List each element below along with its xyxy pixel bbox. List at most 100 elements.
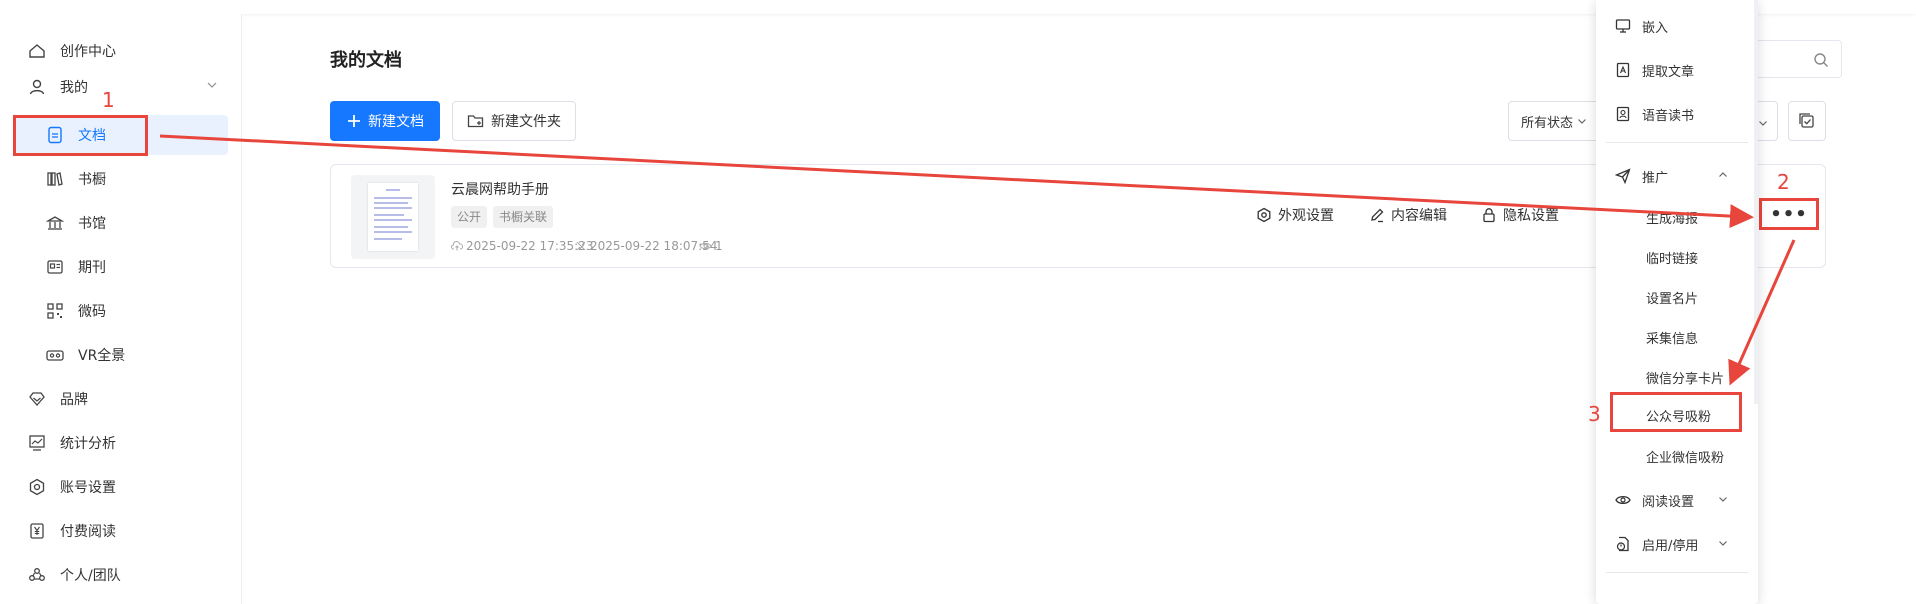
sidebar-item-label: 书橱 (78, 172, 106, 188)
menu-item-label: 语音读书 (1642, 108, 1695, 124)
annotation-box-documents (13, 115, 148, 156)
sidebar-item-brand[interactable]: 品牌 (14, 379, 228, 419)
document-title[interactable]: 云晨网帮助手册 (451, 179, 549, 199)
chart-icon (26, 432, 48, 454)
menu-item-label: 嵌入 (1642, 20, 1669, 36)
sidebar-item-label: 账号设置 (60, 480, 116, 496)
sidebar-item-label: 个人/团队 (60, 568, 121, 584)
sidebar-item-vr[interactable]: VR全景 (14, 335, 228, 375)
user-icon (26, 76, 48, 98)
menu-item-label: 启用/停用 (1642, 538, 1699, 554)
new-folder-button[interactable]: 新建文件夹 (452, 101, 576, 141)
home-icon (26, 40, 48, 62)
menu-divider (1606, 572, 1748, 573)
bookshelf-icon (44, 168, 66, 190)
eye-icon (699, 242, 712, 250)
sidebar-item-label: 期刊 (78, 260, 106, 276)
settings-icon (26, 476, 48, 498)
eye-settings-icon (1614, 491, 1632, 509)
sidebar-item-label: 统计分析 (60, 436, 116, 452)
menu-item-embed[interactable]: 嵌入 (1596, 8, 1758, 44)
library-icon (44, 212, 66, 234)
sidebar-item-creation-center[interactable]: 创作中心 (14, 31, 228, 71)
menu-item-extract-article[interactable]: 提取文章 (1596, 52, 1758, 88)
sort-select[interactable] (1756, 101, 1778, 141)
menu-item-label: 阅读设置 (1642, 494, 1695, 510)
edit-icon (1371, 208, 1384, 223)
privacy-settings-label: 隐私设置 (1503, 208, 1559, 224)
view-count: 1 (699, 239, 723, 253)
sidebar-item-mine[interactable]: 我的 (14, 67, 228, 107)
checkbox-icon (1799, 113, 1814, 128)
more-options-button[interactable]: ••• (1759, 198, 1819, 230)
menu-item-label: 提取文章 (1642, 64, 1695, 80)
batch-select-button[interactable] (1788, 101, 1826, 141)
vr-icon (44, 344, 66, 366)
edit-time-icon (576, 241, 586, 251)
search-icon (1814, 53, 1828, 67)
article-icon (1614, 61, 1632, 79)
content-edit-button[interactable]: 内容编辑 (1369, 205, 1447, 225)
menu-item-temp-link[interactable]: 临时链接 (1596, 239, 1758, 275)
created-time: 2025-09-22 17:35:23 (451, 239, 593, 253)
status-filter-select[interactable]: 所有状态 (1508, 101, 1598, 141)
chevron-down-icon (1759, 121, 1767, 126)
new-folder-label: 新建文件夹 (491, 114, 561, 130)
brand-icon (26, 388, 48, 410)
status-filter-value: 所有状态 (1521, 115, 1574, 131)
new-document-button[interactable]: 新建文档 (330, 101, 440, 141)
privacy-settings-button[interactable]: 隐私设置 (1481, 205, 1559, 225)
tag-bookshelf-linked: 书橱关联 (493, 206, 554, 228)
menu-item-read-settings[interactable]: 阅读设置 (1596, 482, 1758, 518)
sidebar-item-label: 创作中心 (60, 44, 116, 60)
menu-divider (1606, 142, 1748, 143)
menu-item-enable-disable[interactable]: 启用/停用 (1596, 526, 1758, 562)
sidebar-item-team[interactable]: 个人/团队 (14, 555, 228, 595)
annotation-step-3: 3 (1588, 402, 1601, 426)
menu-item-collect-info[interactable]: 采集信息 (1596, 319, 1758, 355)
appearance-settings-button[interactable]: 外观设置 (1256, 205, 1334, 225)
appearance-settings-label: 外观设置 (1278, 208, 1334, 224)
menu-item-promote[interactable]: 推广 (1596, 158, 1758, 194)
sidebar-item-label: VR全景 (78, 348, 126, 364)
chevron-down-icon (206, 79, 218, 95)
menu-item-label: 推广 (1642, 170, 1669, 186)
send-icon (1614, 167, 1632, 185)
sidebar-item-paid-reading[interactable]: 付费阅读 (14, 511, 228, 551)
dropdown-scrollbar[interactable] (1754, 0, 1758, 404)
more-options-dropdown: 嵌入 提取文章 语音读书 推广 生成海报 临时链接 设置名片 采集信息 微信分享… (1596, 0, 1758, 604)
menu-item-business-card[interactable]: 设置名片 (1596, 279, 1758, 315)
sidebar-item-microcode[interactable]: 微码 (14, 291, 228, 331)
chevron-down-icon (1578, 119, 1586, 124)
search-input[interactable] (1752, 40, 1842, 78)
menu-item-audio-book[interactable]: 语音读书 (1596, 96, 1758, 132)
monitor-icon (1614, 17, 1632, 35)
sidebar-item-statistics[interactable]: 统计分析 (14, 423, 228, 463)
page-title: 我的文档 (330, 50, 402, 71)
settings-icon (1257, 207, 1271, 223)
menu-item-work-wechat-follow[interactable]: 企业微信吸粉 (1596, 438, 1758, 474)
power-doc-icon (1614, 535, 1632, 553)
yen-icon (26, 520, 48, 542)
chevron-down-icon (1718, 493, 1728, 508)
sidebar-item-label: 书馆 (78, 216, 106, 232)
sidebar-item-label: 微码 (78, 304, 106, 320)
menu-item-generate-poster[interactable]: 生成海报 (1596, 199, 1758, 235)
sidebar-item-account-settings[interactable]: 账号设置 (14, 467, 228, 507)
plus-icon (348, 115, 360, 127)
sidebar-item-bookshelf[interactable]: 书橱 (14, 159, 228, 199)
tag-public: 公开 (451, 206, 488, 228)
sidebar-item-label: 品牌 (60, 392, 88, 408)
sidebar-item-journal[interactable]: 期刊 (14, 247, 228, 287)
annotation-box-mp-follow (1610, 392, 1742, 432)
sidebar: 创作中心 我的 文档 书橱 书馆 期刊 微码 VR全景 品牌 统计分析 账号设置 (0, 14, 242, 604)
chevron-up-icon (1718, 169, 1728, 184)
qrcode-icon (44, 300, 66, 322)
annotation-step-1: 1 (102, 88, 115, 112)
journal-icon (44, 256, 66, 278)
document-thumbnail[interactable] (351, 175, 435, 259)
sidebar-item-library[interactable]: 书馆 (14, 203, 228, 243)
new-document-label: 新建文档 (368, 114, 424, 130)
menu-item-wechat-share-card[interactable]: 微信分享卡片 (1596, 359, 1758, 395)
updated-time: 2025-09-22 18:07:54 (575, 239, 717, 253)
